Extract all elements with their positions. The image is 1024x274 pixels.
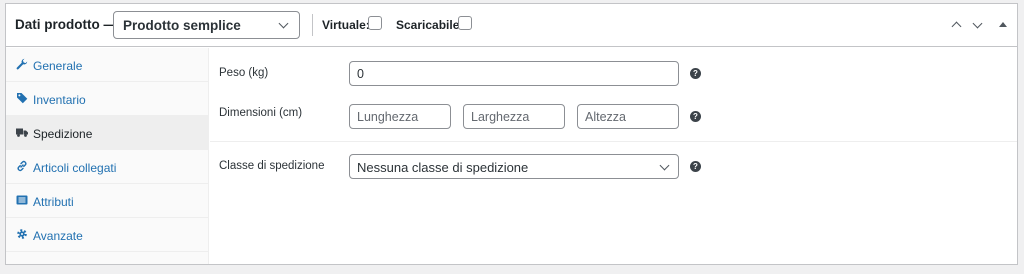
width-placeholder: Larghezza	[471, 110, 530, 124]
tab-spedizione[interactable]: Spedizione	[6, 116, 209, 150]
help-icon[interactable]: ?	[690, 111, 701, 122]
product-type-value: Prodotto semplice	[123, 18, 241, 33]
tab-label: Avanzate	[33, 229, 83, 243]
length-placeholder: Lunghezza	[357, 110, 419, 124]
downloadable-checkbox[interactable]	[458, 16, 472, 30]
length-input[interactable]: Lunghezza	[349, 104, 451, 129]
virtual-label: Virtuale:	[322, 18, 370, 32]
wrench-icon	[16, 58, 28, 70]
dimensions-label: Dimensioni (cm)	[219, 107, 303, 119]
chevron-up-icon	[951, 21, 962, 32]
truck-icon	[16, 128, 28, 137]
product-type-select[interactable]: Prodotto semplice	[113, 11, 300, 39]
tab-generale[interactable]: Generale	[6, 48, 209, 82]
tab-label: Attributi	[33, 195, 74, 209]
shipping-class-value: Nessuna classe di spedizione	[357, 160, 529, 175]
tab-label: Articoli collegati	[33, 161, 117, 175]
link-icon	[17, 160, 27, 172]
tab-attributi[interactable]: Attributi	[6, 184, 209, 218]
weight-label: Peso (kg)	[219, 67, 269, 79]
gear-icon	[17, 229, 27, 239]
shipping-class-label: Classe di spedizione	[219, 160, 325, 172]
chevron-down-icon	[659, 160, 670, 171]
help-icon[interactable]: ?	[690, 161, 701, 172]
tab-avanzate[interactable]: Avanzate	[6, 218, 209, 252]
shipping-panel: Peso (kg) 0 ? Dimensioni (cm) Lunghezza …	[210, 48, 1017, 264]
triangle-up-icon	[999, 22, 1007, 27]
tag-icon	[17, 93, 28, 104]
list-icon	[16, 195, 28, 205]
downloadable-label: Scaricabile:	[396, 18, 464, 32]
section-divider	[210, 141, 1017, 142]
height-placeholder: Altezza	[585, 110, 626, 124]
width-input[interactable]: Larghezza	[463, 104, 565, 129]
panel-title: Dati prodotto —	[15, 17, 117, 32]
product-data-tabs: Generale Inventario Spedizione Articoli …	[6, 48, 209, 264]
weight-input[interactable]: 0	[349, 61, 679, 86]
header-divider	[312, 14, 313, 36]
shipping-class-select[interactable]: Nessuna classe di spedizione	[349, 154, 679, 179]
chevron-down-icon	[278, 18, 289, 29]
help-icon[interactable]: ?	[690, 68, 701, 79]
move-down-button[interactable]	[971, 18, 985, 32]
move-up-button[interactable]	[950, 18, 964, 32]
product-data-panel: Dati prodotto — Prodotto semplice Virtua…	[5, 3, 1018, 265]
tab-label: Inventario	[33, 93, 86, 107]
tab-articoli-collegati[interactable]: Articoli collegati	[6, 150, 209, 184]
tab-inventario[interactable]: Inventario	[6, 82, 209, 116]
toggle-panel-button[interactable]	[997, 18, 1011, 32]
tab-label: Generale	[33, 59, 83, 73]
chevron-down-icon	[972, 18, 983, 29]
weight-value: 0	[357, 67, 364, 81]
tab-label: Spedizione	[33, 127, 93, 141]
product-data-header: Dati prodotto — Prodotto semplice Virtua…	[6, 4, 1017, 47]
height-input[interactable]: Altezza	[577, 104, 679, 129]
virtual-checkbox[interactable]	[368, 16, 382, 30]
